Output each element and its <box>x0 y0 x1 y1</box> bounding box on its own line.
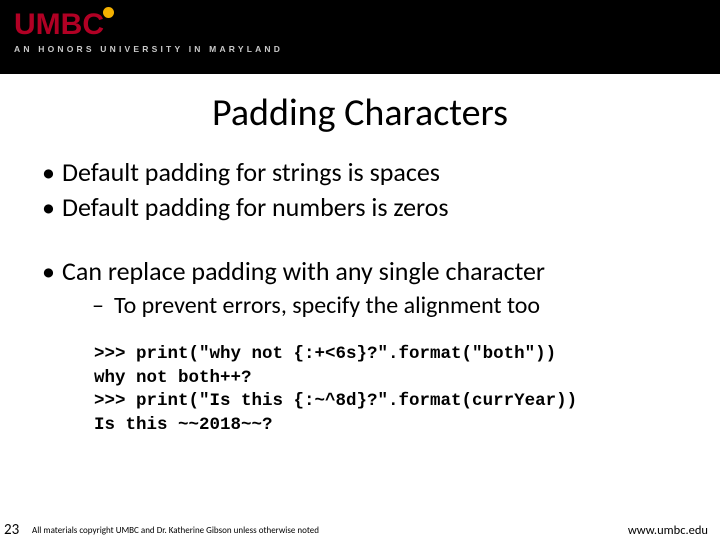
code-line: Is this ~~2018~~? <box>94 415 273 435</box>
footer-url: www.umbc.edu <box>628 523 720 538</box>
code-block: >>> print("why not {:+<6s}?".format("bot… <box>94 343 684 438</box>
sub-bullet-list: To prevent errors, specify the alignment… <box>62 290 684 321</box>
bullet-text: Can replace padding with any single char… <box>62 255 545 287</box>
code-line: why not both++? <box>94 368 252 388</box>
bullet-item: Can replace padding with any single char… <box>36 255 684 321</box>
bullet-list: Default padding for strings is spaces De… <box>36 156 684 225</box>
bullet-item: Default padding for strings is spaces <box>36 156 684 189</box>
sun-icon <box>103 7 114 18</box>
content-area: Default padding for strings is spaces De… <box>0 136 720 540</box>
bullet-list: Can replace padding with any single char… <box>36 255 684 321</box>
bullet-item: Default padding for numbers is zeros <box>36 191 684 224</box>
tagline: AN HONORS UNIVERSITY IN MARYLAND <box>14 44 720 54</box>
footer: 23 All materials copyright UMBC and Dr. … <box>0 520 720 540</box>
header-band: UMBC AN HONORS UNIVERSITY IN MARYLAND <box>0 0 720 74</box>
slide-title: Padding Characters <box>0 90 720 136</box>
code-line: >>> print("why not {:+<6s}?".format("bot… <box>94 344 556 364</box>
copyright-text: All materials copyright UMBC and Dr. Kat… <box>28 525 628 536</box>
spacer <box>36 227 684 255</box>
logo: UMBC <box>14 8 720 42</box>
slide: UMBC AN HONORS UNIVERSITY IN MARYLAND Pa… <box>0 0 720 540</box>
code-line: >>> print("Is this {:~^8d}?".format(curr… <box>94 391 577 411</box>
sub-bullet-item: To prevent errors, specify the alignment… <box>62 290 684 321</box>
page-number: 23 <box>0 521 28 539</box>
logo-text: UMBC <box>14 8 104 42</box>
